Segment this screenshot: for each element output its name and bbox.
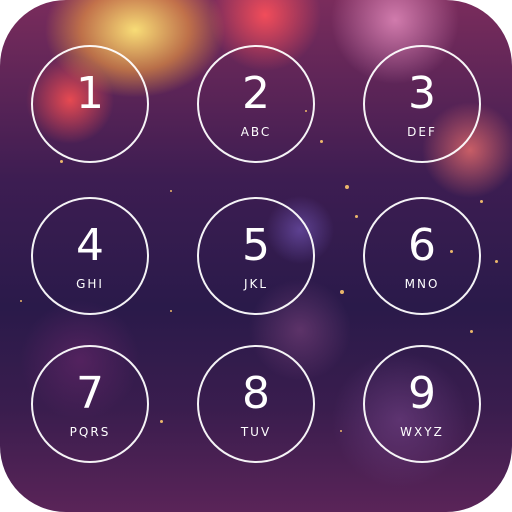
- key-digit: 3: [408, 68, 436, 119]
- key-letters: WXYZ: [400, 425, 444, 439]
- key-2-button[interactable]: 2 ABC: [197, 45, 315, 163]
- key-digit: 7: [76, 368, 104, 419]
- bokeh-background: 1 2 ABC 3 DEF 4 GHI 5 JKL 6 MNO 7 PQRS 8: [0, 0, 512, 512]
- key-letters: TUV: [240, 425, 272, 439]
- numeric-keypad: 1 2 ABC 3 DEF 4 GHI 5 JKL 6 MNO 7 PQRS 8: [0, 0, 512, 512]
- key-digit: 5: [242, 220, 270, 271]
- key-6-button[interactable]: 6 MNO: [363, 197, 481, 315]
- key-digit: 4: [76, 220, 104, 271]
- key-9-button[interactable]: 9 WXYZ: [363, 345, 481, 463]
- key-4-button[interactable]: 4 GHI: [31, 197, 149, 315]
- key-3-button[interactable]: 3 DEF: [363, 45, 481, 163]
- key-letters: JKL: [243, 277, 269, 291]
- key-digit: 8: [242, 368, 270, 419]
- key-digit: 6: [408, 220, 436, 271]
- key-digit: 9: [408, 368, 436, 419]
- key-letters: GHI: [76, 277, 104, 291]
- key-letters: DEF: [407, 125, 437, 139]
- key-1-button[interactable]: 1: [31, 45, 149, 163]
- key-digit: 2: [242, 68, 270, 119]
- key-digit: 1: [76, 68, 104, 119]
- key-letters: ABC: [240, 125, 272, 139]
- key-8-button[interactable]: 8 TUV: [197, 345, 315, 463]
- key-letters: PQRS: [69, 425, 111, 439]
- key-letters: MNO: [404, 277, 440, 291]
- key-7-button[interactable]: 7 PQRS: [31, 345, 149, 463]
- key-5-button[interactable]: 5 JKL: [197, 197, 315, 315]
